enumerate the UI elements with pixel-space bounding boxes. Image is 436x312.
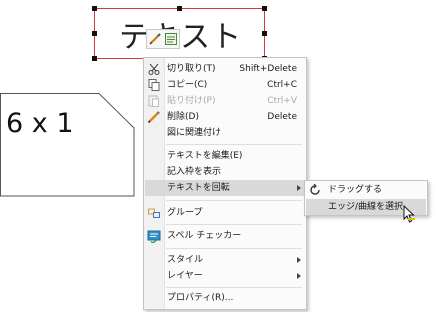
menu-item-show-frame[interactable]: 記入枠を表示	[145, 164, 305, 180]
format-icon[interactable]	[165, 33, 177, 45]
menu-item-group[interactable]: グループ	[145, 205, 305, 221]
menu-separator	[166, 248, 302, 249]
scissors-icon	[148, 63, 160, 75]
rotate-icon	[310, 183, 320, 195]
group-icon	[148, 208, 160, 218]
menu-item-label: 切り取り(T)	[167, 64, 216, 74]
menu-item-label: 図に関連付け	[167, 128, 222, 138]
submenu-arrow-icon	[297, 185, 301, 191]
menu-item-label: テキストを編集(E)	[167, 151, 243, 161]
menu-item-layer[interactable]: レイヤー	[145, 268, 305, 284]
menu-separator	[166, 200, 302, 201]
menu-item-properties[interactable]: プロパティ(R)...	[145, 290, 305, 306]
context-menu: 切り取り(T) Shift+Delete コピー(C) Ctrl+C 貼り付け(…	[143, 57, 307, 310]
menu-item-delete[interactable]: 削除(D) Delete	[145, 109, 305, 125]
menu-item-label: テキストを回転	[167, 183, 230, 193]
menu-separator	[166, 224, 302, 225]
menu-item-label: スタイル	[167, 255, 204, 265]
pencil-icon[interactable]	[149, 33, 161, 45]
paste-icon	[148, 95, 159, 107]
resize-handle-right[interactable]	[262, 31, 267, 36]
menu-item-shortcut: Delete	[267, 112, 297, 122]
menu-item-label: 削除(D)	[167, 112, 199, 122]
resize-handle-tl[interactable]	[92, 6, 97, 11]
menu-item-label: プロパティ(R)...	[167, 293, 234, 303]
submenu-arrow-icon	[297, 257, 301, 263]
menu-item-style[interactable]: スタイル	[145, 252, 305, 268]
menu-item-copy[interactable]: コピー(C) Ctrl+C	[145, 77, 305, 93]
menu-item-shortcut: Ctrl+V	[267, 96, 297, 106]
submenu-item-drag[interactable]: ドラッグする	[306, 182, 426, 198]
resize-handle-top[interactable]	[177, 6, 182, 11]
menu-item-shortcut: Shift+Delete	[239, 64, 297, 74]
menu-separator	[166, 144, 302, 145]
menu-item-shortcut: Ctrl+C	[267, 80, 297, 90]
menu-item-rotate-text[interactable]: テキストを回転	[145, 180, 305, 196]
submenu-item-label: エッジ/曲線を選択	[328, 202, 404, 212]
delete-pencil-icon	[147, 111, 160, 124]
shape-label: 6 x 1	[6, 108, 74, 139]
submenu-arrow-icon	[297, 273, 301, 279]
mini-toolbar	[146, 29, 180, 49]
menu-item-spell-checker[interactable]: スペル チェッカー	[145, 228, 305, 244]
menu-item-label: コピー(C)	[167, 80, 208, 90]
spellcheck-icon	[147, 230, 161, 243]
menu-item-associate-figure[interactable]: 図に関連付け	[145, 125, 305, 141]
menu-item-label: スペル チェッカー	[167, 231, 242, 241]
resize-handle-left[interactable]	[92, 31, 97, 36]
submenu-item-label: ドラッグする	[328, 185, 383, 195]
menu-item-paste[interactable]: 貼り付け(P) Ctrl+V	[145, 93, 305, 109]
mouse-cursor-icon	[403, 205, 415, 223]
menu-item-label: 貼り付け(P)	[167, 96, 216, 106]
resize-handle-tr[interactable]	[262, 6, 267, 11]
menu-item-label: 記入枠を表示	[167, 167, 222, 177]
menu-item-edit-text[interactable]: テキストを編集(E)	[145, 148, 305, 164]
copy-icon	[148, 79, 160, 91]
menu-item-label: グループ	[167, 208, 203, 218]
selected-text: テキスト	[119, 20, 243, 55]
menu-item-label: レイヤー	[167, 271, 203, 281]
menu-item-cut[interactable]: 切り取り(T) Shift+Delete	[145, 61, 305, 77]
resize-handle-bl[interactable]	[92, 56, 97, 61]
menu-separator	[166, 287, 302, 288]
